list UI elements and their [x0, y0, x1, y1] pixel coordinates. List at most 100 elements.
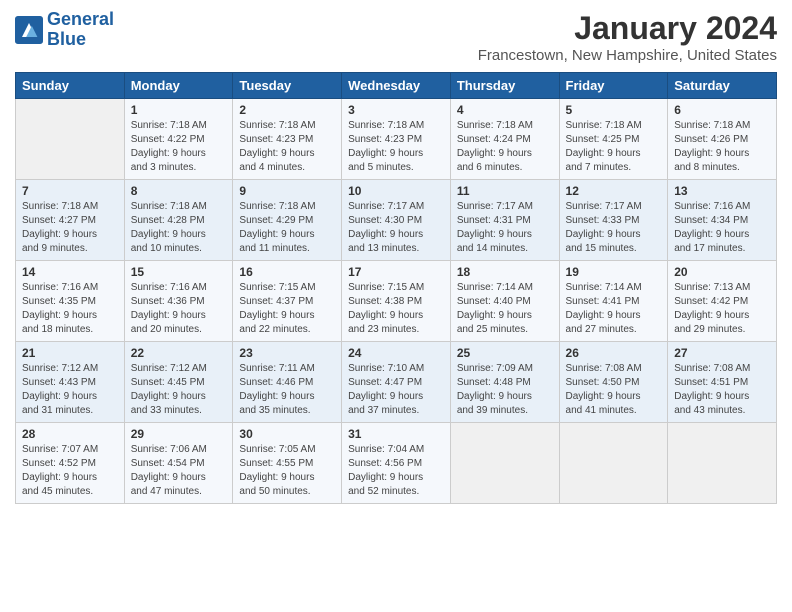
logo-line2: Blue — [47, 29, 86, 49]
cell-info: Sunrise: 7:16 AMSunset: 4:36 PMDaylight:… — [131, 281, 227, 337]
day-number: 20 — [674, 265, 770, 279]
day-number: 8 — [131, 184, 227, 198]
header-row: Sunday Monday Tuesday Wednesday Thursday… — [16, 73, 777, 99]
month-title: January 2024 — [478, 10, 777, 47]
cell-info: Sunrise: 7:05 AMSunset: 4:55 PMDaylight:… — [239, 443, 335, 499]
day-number: 24 — [348, 346, 444, 360]
day-number: 18 — [457, 265, 553, 279]
calendar-table: Sunday Monday Tuesday Wednesday Thursday… — [15, 72, 777, 504]
calendar-cell: 4 Sunrise: 7:18 AMSunset: 4:24 PMDayligh… — [450, 99, 559, 180]
header-thursday: Thursday — [450, 73, 559, 99]
calendar-cell: 28 Sunrise: 7:07 AMSunset: 4:52 PMDaylig… — [16, 423, 125, 504]
header-sunday: Sunday — [16, 73, 125, 99]
day-number: 17 — [348, 265, 444, 279]
day-number: 14 — [22, 265, 118, 279]
logo: General Blue — [15, 10, 114, 50]
day-number: 6 — [674, 103, 770, 117]
calendar-cell — [450, 423, 559, 504]
cell-info: Sunrise: 7:15 AMSunset: 4:37 PMDaylight:… — [239, 281, 335, 337]
calendar-cell: 24 Sunrise: 7:10 AMSunset: 4:47 PMDaylig… — [342, 342, 451, 423]
day-number: 28 — [22, 427, 118, 441]
header-saturday: Saturday — [668, 73, 777, 99]
cell-info: Sunrise: 7:18 AMSunset: 4:29 PMDaylight:… — [239, 200, 335, 256]
cell-info: Sunrise: 7:17 AMSunset: 4:31 PMDaylight:… — [457, 200, 553, 256]
day-number: 21 — [22, 346, 118, 360]
cell-info: Sunrise: 7:07 AMSunset: 4:52 PMDaylight:… — [22, 443, 118, 499]
cell-info: Sunrise: 7:16 AMSunset: 4:35 PMDaylight:… — [22, 281, 118, 337]
calendar-cell: 10 Sunrise: 7:17 AMSunset: 4:30 PMDaylig… — [342, 180, 451, 261]
cell-info: Sunrise: 7:12 AMSunset: 4:43 PMDaylight:… — [22, 362, 118, 418]
cell-info: Sunrise: 7:08 AMSunset: 4:51 PMDaylight:… — [674, 362, 770, 418]
day-number: 4 — [457, 103, 553, 117]
day-number: 29 — [131, 427, 227, 441]
calendar-cell: 2 Sunrise: 7:18 AMSunset: 4:23 PMDayligh… — [233, 99, 342, 180]
logo-line1: General — [47, 9, 114, 29]
header-friday: Friday — [559, 73, 668, 99]
day-number: 31 — [348, 427, 444, 441]
cell-info: Sunrise: 7:18 AMSunset: 4:23 PMDaylight:… — [348, 119, 444, 175]
calendar-cell: 30 Sunrise: 7:05 AMSunset: 4:55 PMDaylig… — [233, 423, 342, 504]
day-number: 22 — [131, 346, 227, 360]
calendar-cell: 11 Sunrise: 7:17 AMSunset: 4:31 PMDaylig… — [450, 180, 559, 261]
cell-info: Sunrise: 7:16 AMSunset: 4:34 PMDaylight:… — [674, 200, 770, 256]
week-row-3: 14 Sunrise: 7:16 AMSunset: 4:35 PMDaylig… — [16, 261, 777, 342]
logo-icon — [15, 16, 43, 44]
day-number: 30 — [239, 427, 335, 441]
day-number: 11 — [457, 184, 553, 198]
cell-info: Sunrise: 7:06 AMSunset: 4:54 PMDaylight:… — [131, 443, 227, 499]
day-number: 19 — [566, 265, 662, 279]
calendar-cell: 8 Sunrise: 7:18 AMSunset: 4:28 PMDayligh… — [124, 180, 233, 261]
header-tuesday: Tuesday — [233, 73, 342, 99]
cell-info: Sunrise: 7:18 AMSunset: 4:24 PMDaylight:… — [457, 119, 553, 175]
day-number: 27 — [674, 346, 770, 360]
day-number: 1 — [131, 103, 227, 117]
cell-info: Sunrise: 7:13 AMSunset: 4:42 PMDaylight:… — [674, 281, 770, 337]
cell-info: Sunrise: 7:14 AMSunset: 4:41 PMDaylight:… — [566, 281, 662, 337]
calendar-cell: 13 Sunrise: 7:16 AMSunset: 4:34 PMDaylig… — [668, 180, 777, 261]
cell-info: Sunrise: 7:17 AMSunset: 4:33 PMDaylight:… — [566, 200, 662, 256]
calendar-cell: 18 Sunrise: 7:14 AMSunset: 4:40 PMDaylig… — [450, 261, 559, 342]
week-row-1: 1 Sunrise: 7:18 AMSunset: 4:22 PMDayligh… — [16, 99, 777, 180]
calendar-cell: 12 Sunrise: 7:17 AMSunset: 4:33 PMDaylig… — [559, 180, 668, 261]
cell-info: Sunrise: 7:08 AMSunset: 4:50 PMDaylight:… — [566, 362, 662, 418]
day-number: 5 — [566, 103, 662, 117]
calendar-cell: 22 Sunrise: 7:12 AMSunset: 4:45 PMDaylig… — [124, 342, 233, 423]
calendar-cell: 15 Sunrise: 7:16 AMSunset: 4:36 PMDaylig… — [124, 261, 233, 342]
calendar-cell: 14 Sunrise: 7:16 AMSunset: 4:35 PMDaylig… — [16, 261, 125, 342]
calendar-cell — [668, 423, 777, 504]
calendar-cell: 21 Sunrise: 7:12 AMSunset: 4:43 PMDaylig… — [16, 342, 125, 423]
cell-info: Sunrise: 7:18 AMSunset: 4:27 PMDaylight:… — [22, 200, 118, 256]
calendar-cell: 26 Sunrise: 7:08 AMSunset: 4:50 PMDaylig… — [559, 342, 668, 423]
day-number: 12 — [566, 184, 662, 198]
day-number: 7 — [22, 184, 118, 198]
calendar-cell: 6 Sunrise: 7:18 AMSunset: 4:26 PMDayligh… — [668, 99, 777, 180]
cell-info: Sunrise: 7:12 AMSunset: 4:45 PMDaylight:… — [131, 362, 227, 418]
cell-info: Sunrise: 7:18 AMSunset: 4:22 PMDaylight:… — [131, 119, 227, 175]
day-number: 15 — [131, 265, 227, 279]
calendar-cell: 27 Sunrise: 7:08 AMSunset: 4:51 PMDaylig… — [668, 342, 777, 423]
header-monday: Monday — [124, 73, 233, 99]
logo-text: General Blue — [47, 10, 114, 50]
location: Francestown, New Hampshire, United State… — [478, 47, 777, 64]
calendar-cell: 23 Sunrise: 7:11 AMSunset: 4:46 PMDaylig… — [233, 342, 342, 423]
calendar-cell: 17 Sunrise: 7:15 AMSunset: 4:38 PMDaylig… — [342, 261, 451, 342]
calendar-cell: 25 Sunrise: 7:09 AMSunset: 4:48 PMDaylig… — [450, 342, 559, 423]
calendar-cell: 9 Sunrise: 7:18 AMSunset: 4:29 PMDayligh… — [233, 180, 342, 261]
calendar-cell: 7 Sunrise: 7:18 AMSunset: 4:27 PMDayligh… — [16, 180, 125, 261]
calendar-cell: 16 Sunrise: 7:15 AMSunset: 4:37 PMDaylig… — [233, 261, 342, 342]
cell-info: Sunrise: 7:18 AMSunset: 4:23 PMDaylight:… — [239, 119, 335, 175]
day-number: 26 — [566, 346, 662, 360]
day-number: 25 — [457, 346, 553, 360]
week-row-2: 7 Sunrise: 7:18 AMSunset: 4:27 PMDayligh… — [16, 180, 777, 261]
day-number: 13 — [674, 184, 770, 198]
calendar-cell — [16, 99, 125, 180]
day-number: 3 — [348, 103, 444, 117]
calendar-cell: 31 Sunrise: 7:04 AMSunset: 4:56 PMDaylig… — [342, 423, 451, 504]
cell-info: Sunrise: 7:18 AMSunset: 4:25 PMDaylight:… — [566, 119, 662, 175]
cell-info: Sunrise: 7:15 AMSunset: 4:38 PMDaylight:… — [348, 281, 444, 337]
header-wednesday: Wednesday — [342, 73, 451, 99]
calendar-cell: 3 Sunrise: 7:18 AMSunset: 4:23 PMDayligh… — [342, 99, 451, 180]
calendar-cell: 5 Sunrise: 7:18 AMSunset: 4:25 PMDayligh… — [559, 99, 668, 180]
calendar-cell: 19 Sunrise: 7:14 AMSunset: 4:41 PMDaylig… — [559, 261, 668, 342]
day-number: 23 — [239, 346, 335, 360]
